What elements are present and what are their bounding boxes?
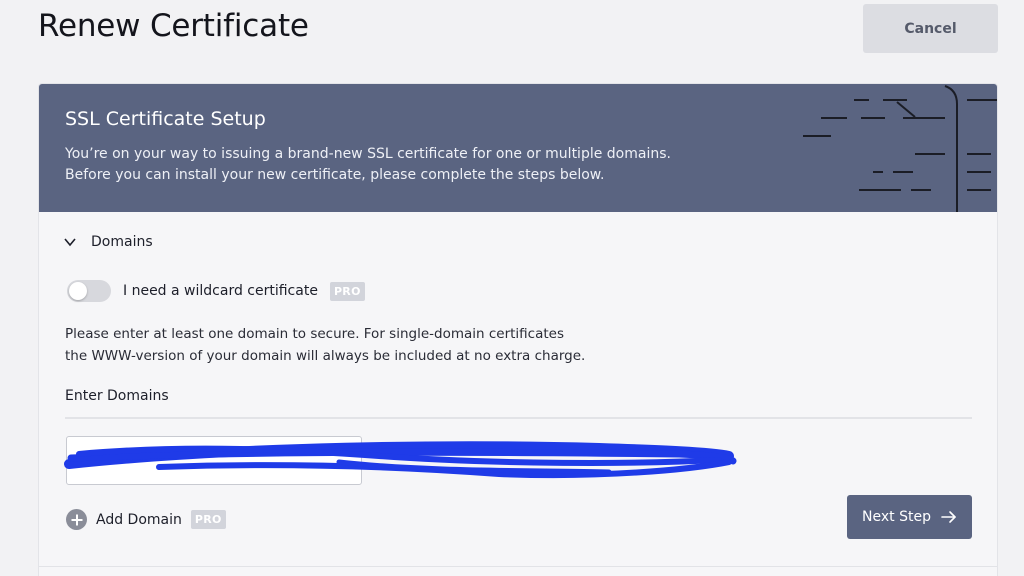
header-description-line: You’re on your way to issuing a brand-ne… [65, 146, 671, 162]
chevron-down-icon [64, 238, 76, 247]
wildcard-label: I need a wildcard certificate [123, 283, 318, 299]
card-header: SSL Certificate Setup You’re on your way… [39, 84, 997, 212]
wildcard-row: I need a wildcard certificate PRO [67, 280, 365, 302]
enter-domains-label: Enter Domains [65, 388, 169, 404]
domains-section-title: Domains [91, 234, 153, 250]
add-domain-label: Add Domain [96, 511, 182, 528]
add-domain-button[interactable]: Add Domain PRO [66, 509, 226, 530]
section-divider [39, 566, 997, 567]
wildcard-toggle-switch[interactable] [67, 280, 111, 302]
header-description: You’re on your way to issuing a brand-ne… [65, 144, 765, 186]
page-title: Renew Certificate [38, 8, 309, 44]
next-step-label: Next Step [862, 509, 931, 525]
arrow-right-icon [941, 511, 956, 523]
domains-info-text: Please enter at least one domain to secu… [65, 323, 665, 367]
info-line: Please enter at least one domain to secu… [65, 326, 564, 342]
certificate-setup-card: SSL Certificate Setup You’re on your way… [38, 83, 998, 576]
header-title: SSL Certificate Setup [65, 108, 266, 130]
divider [65, 417, 972, 419]
toggle-knob [69, 282, 87, 300]
pro-badge: PRO [329, 281, 365, 301]
domains-section-toggle[interactable]: Domains [63, 234, 153, 250]
header-description-line: Before you can install your new certific… [65, 167, 605, 183]
pro-badge: PRO [190, 510, 226, 529]
next-step-button[interactable]: Next Step [847, 495, 972, 539]
cancel-button[interactable]: Cancel [863, 4, 998, 53]
info-line: the WWW-version of your domain will alwa… [65, 348, 586, 364]
plus-circle-icon [66, 509, 87, 530]
domain-input[interactable] [66, 436, 362, 485]
